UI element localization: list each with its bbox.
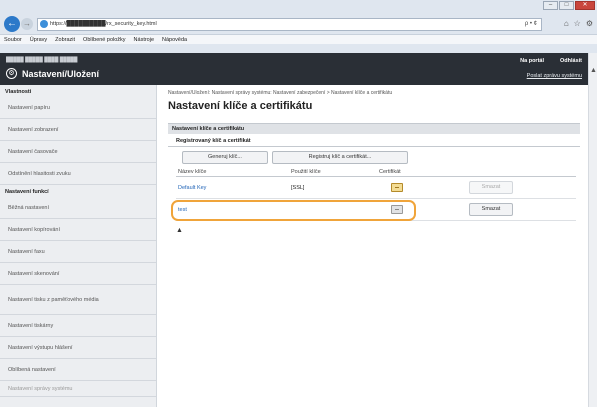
certificate-icon[interactable]	[391, 183, 403, 192]
section-header: Nastavení klíče a certifikátu	[168, 123, 580, 134]
keys-table: Název klíče Použití klíče Certifikát Def…	[171, 168, 576, 221]
sidebar-item-scan[interactable]: Nastavení skenování	[0, 263, 156, 285]
menu-file[interactable]: Soubor	[4, 35, 22, 44]
minimize-button[interactable]: –	[543, 1, 558, 10]
page-scrollbar[interactable]: ▲	[588, 53, 597, 407]
close-button[interactable]: ✕	[575, 1, 595, 10]
page-title: Nastavení klíče a certifikátu	[168, 100, 313, 112]
table-row: Default Key [SSL] Smazat	[176, 177, 576, 199]
sidebar-item-system-management[interactable]: Nastavení správy systému	[0, 381, 156, 397]
highlight-outline	[171, 200, 416, 221]
sidebar-item-common[interactable]: Běžná nastavení	[0, 197, 156, 219]
menu-edit[interactable]: Úpravy	[30, 35, 47, 44]
sidebar-item-fax[interactable]: Nastavení faxu	[0, 241, 156, 263]
send-message-link[interactable]: Poslat zprávu systému	[527, 73, 582, 79]
sidebar-section-properties: Vlastnosti	[5, 89, 32, 95]
sidebar-section-functions: Nastavení funkcí	[5, 189, 49, 195]
settings-gear-icon: ⚙	[6, 68, 17, 79]
generate-key-button[interactable]: Generuj klíč...	[182, 151, 268, 164]
menu-favorites[interactable]: Oblíbené položky	[83, 35, 126, 44]
title-bar: – □ ✕	[0, 0, 597, 14]
scroll-up-icon[interactable]: ▲	[590, 67, 597, 74]
header-title: Nastavení/Uložení	[22, 69, 100, 79]
logout-link[interactable]: Odhlásit	[560, 58, 582, 64]
sidebar-item-printer[interactable]: Nastavení tiskárny	[0, 315, 156, 337]
key-usage: [SSL]	[291, 184, 305, 191]
sidebar-item-volume[interactable]: Odstínění hlasitosti zvuku	[0, 163, 156, 185]
device-name: █████ █████ ████ █████	[6, 57, 78, 63]
address-tools[interactable]: ρ • ¢	[525, 19, 537, 30]
column-actions	[469, 168, 569, 176]
window-controls: – □ ✕	[542, 1, 595, 10]
subsection-header: Registrovaný klíč a certifikát	[168, 138, 580, 147]
favorites-icon[interactable]: ☆	[574, 19, 581, 28]
sidebar-item-report-output[interactable]: Nastavení výstupu hlášení	[0, 337, 156, 359]
main-content: Nastavení/Uložení: Nastavení správy syst…	[168, 85, 580, 234]
toolbar-icons: ⌂ ☆ ⚙	[564, 19, 593, 28]
sidebar-item-paper[interactable]: Nastavení papíru	[0, 97, 156, 119]
register-key-button[interactable]: Registruj klíč a certifikát...	[272, 151, 408, 164]
browser-chrome: – □ ✕ ← → https://██████████/rx_security…	[0, 0, 597, 53]
sidebar-item-copy[interactable]: Nastavení kopírování	[0, 219, 156, 241]
address-text: https://██████████/rx_security_key.html	[50, 21, 157, 27]
sidebar-item-favorites[interactable]: Oblíbená nastavení	[0, 359, 156, 381]
sidebar-item-memory-print[interactable]: Nastavení tisku z paměťového média	[0, 285, 156, 315]
back-button[interactable]: ←	[4, 16, 20, 32]
action-buttons: Generuj klíč... Registruj klíč a certifi…	[168, 151, 580, 164]
column-certificate: Certifikát	[379, 169, 401, 175]
portal-link[interactable]: Na portál	[520, 58, 544, 64]
address-bar[interactable]: https://██████████/rx_security_key.html …	[37, 18, 542, 31]
delete-button: Smazat	[469, 181, 513, 194]
table-row: test Smazat	[171, 199, 576, 221]
menu-tools[interactable]: Nástroje	[134, 35, 154, 44]
forward-button[interactable]: →	[21, 18, 33, 30]
navigation-row: ← → https://██████████/rx_security_key.h…	[0, 14, 597, 34]
back-to-top-icon[interactable]: ▲	[176, 227, 580, 234]
column-key-name: Název klíče	[178, 169, 207, 175]
breadcrumb: Nastavení/Uložení: Nastavení správy syst…	[168, 90, 393, 96]
home-icon[interactable]: ⌂	[564, 19, 569, 28]
key-name-link[interactable]: Default Key	[178, 185, 206, 191]
page-header: █████ █████ ████ █████ ⚙ Nastavení/Ulože…	[0, 53, 588, 85]
table-header: Název klíče Použití klíče Certifikát	[176, 168, 576, 177]
maximize-button[interactable]: □	[559, 1, 574, 10]
sidebar-item-timer[interactable]: Nastavení časovače	[0, 141, 156, 163]
menu-help[interactable]: Nápověda	[162, 35, 187, 44]
column-key-usage: Použití klíče	[291, 169, 321, 175]
menu-view[interactable]: Zobrazit	[55, 35, 75, 44]
certificate-icon[interactable]	[391, 205, 403, 214]
browser-logo-icon	[40, 20, 48, 28]
menu-bar: Soubor Úpravy Zobrazit Oblíbené položky …	[0, 34, 597, 44]
sidebar: Vlastnosti Nastavení papíru Nastavení zo…	[0, 85, 157, 407]
settings-icon[interactable]: ⚙	[586, 19, 593, 28]
sidebar-item-display[interactable]: Nastavení zobrazení	[0, 119, 156, 141]
delete-button[interactable]: Smazat	[469, 203, 513, 216]
